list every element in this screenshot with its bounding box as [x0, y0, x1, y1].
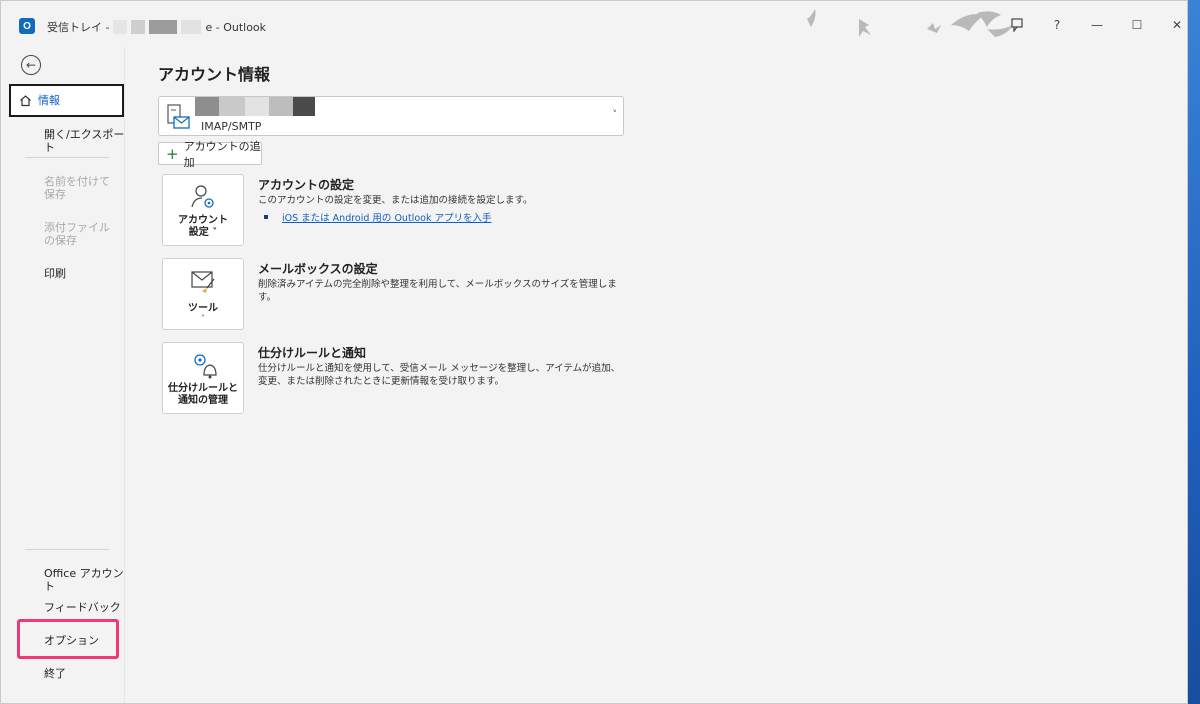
mailbox-broom-icon [191, 271, 215, 293]
help-icon[interactable]: ? [1047, 15, 1067, 35]
title-suffix: e - Outlook [205, 20, 267, 34]
nav-item-label: 印刷 [44, 267, 66, 280]
bullet-icon [264, 215, 268, 219]
plus-icon: + [166, 144, 179, 163]
section-description: このアカウントの設定を変更、または追加の接続を設定します。 [258, 195, 533, 206]
nav-item-info[interactable]: 情報 [9, 84, 124, 117]
account-info-pane: アカウント情報 IMAP/SMTP ˅ + アカウントの追加 アカウント 設定 … [125, 47, 1187, 703]
nav-item-label: 情報 [38, 94, 60, 107]
manage-rules-alerts-button[interactable]: 仕分けルールと 通知の管理 [162, 342, 244, 414]
desktop-background [1188, 0, 1200, 704]
tile-label: アカウント [178, 215, 228, 226]
page-title: アカウント情報 [158, 65, 271, 84]
rules-alerts-section: 仕分けルールと 通知の管理 仕分けルールと通知 仕分けルールと通知を使用して、受… [162, 342, 622, 414]
outlook-mobile-link[interactable]: iOS または Android 用の Outlook アプリを入手 [264, 210, 491, 224]
minimize-button[interactable]: — [1087, 15, 1107, 35]
account-selector[interactable]: IMAP/SMTP ˅ [158, 96, 624, 136]
chevron-down-icon: ˅ [612, 110, 618, 120]
chevron-down-icon: ˅ [201, 314, 205, 323]
nav-separator [25, 549, 109, 550]
redacted-block [181, 20, 202, 34]
back-arrow-icon[interactable]: ← [21, 55, 41, 75]
title-prefix: 受信トレイ - [47, 21, 110, 34]
account-gear-icon [191, 185, 214, 208]
tile-label: 仕分けルールと [168, 383, 238, 394]
account-settings-button[interactable]: アカウント 設定 ˅ [162, 174, 244, 246]
redacted-block [149, 20, 178, 34]
add-account-label: アカウントの追加 [183, 139, 261, 169]
redacted-block [113, 20, 128, 34]
window-title: 受信トレイ - e - Outlook [47, 19, 266, 35]
title-bar: O 受信トレイ - e - Outlook ? — ☐ ✕ [1, 1, 1187, 47]
outlook-app-icon: O [19, 18, 38, 34]
nav-item-label: オプション [44, 634, 99, 647]
nav-item-label: Office アカウント [44, 567, 124, 593]
redacted-block [131, 20, 146, 34]
tile-label: 設定 ˅ [188, 227, 218, 238]
outlook-window: O 受信トレイ - e - Outlook ? — ☐ ✕ ← 情報 開く/エク… [0, 0, 1188, 704]
redacted-account-name [195, 97, 315, 116]
nav-separator [25, 157, 109, 158]
section-title: アカウントの設定 [258, 178, 355, 192]
nav-item-office-account[interactable]: Office アカウント [11, 567, 125, 593]
nav-item-label: フィードバック [44, 601, 121, 614]
backstage-nav: ← 情報 開く/エクスポート 名前を付けて保存 添付ファイルの保存 印刷 Off… [1, 47, 125, 703]
account-type: IMAP/SMTP [201, 120, 262, 133]
add-account-button[interactable]: + アカウントの追加 [158, 140, 262, 169]
nav-item-label: 名前を付けて保存 [44, 175, 110, 201]
mail-account-icon [167, 104, 190, 129]
section-title: 仕分けルールと通知 [258, 346, 367, 360]
tools-button[interactable]: ツール ˅ [162, 258, 244, 330]
account-settings-section: アカウント 設定 ˅ アカウントの設定 このアカウントの設定を変更、または追加の… [162, 174, 622, 246]
nav-item-save-as: 名前を付けて保存 [11, 175, 125, 201]
nav-item-print[interactable]: 印刷 [11, 267, 125, 280]
close-button[interactable]: ✕ [1167, 15, 1187, 35]
section-title: メールボックスの設定 [258, 262, 378, 276]
home-icon [20, 95, 31, 107]
nav-item-options[interactable]: オプション [11, 634, 125, 647]
nav-item-exit[interactable]: 終了 [11, 667, 125, 680]
nav-item-save-attachments: 添付ファイルの保存 [11, 221, 125, 247]
nav-item-label: 終了 [44, 667, 66, 680]
tile-label: 通知の管理 [178, 395, 228, 406]
link-text[interactable]: iOS または Android 用の Outlook アプリを入手 [282, 210, 491, 224]
maximize-button[interactable]: ☐ [1127, 15, 1147, 35]
nav-item-feedback[interactable]: フィードバック [11, 601, 125, 614]
nav-item-label: 開く/エクスポート [44, 128, 125, 154]
leaf-decoration-icon [807, 9, 1013, 37]
coming-soon-icon[interactable] [1007, 15, 1027, 35]
section-description: 仕分けルールと通知を使用して、受信メール メッセージを整理し、アイテムが追加、変… [258, 363, 621, 387]
mailbox-settings-section: ツール ˅ メールボックスの設定 削除済みアイテムの完全削除や整理を利用して、メ… [162, 258, 622, 330]
nav-item-open-export[interactable]: 開く/エクスポート [11, 128, 125, 154]
gear-bell-icon [194, 354, 217, 379]
nav-item-label: 添付ファイルの保存 [44, 221, 110, 247]
section-description: 削除済みアイテムの完全削除や整理を利用して、メールボックスのサイズを管理します。 [258, 279, 617, 303]
